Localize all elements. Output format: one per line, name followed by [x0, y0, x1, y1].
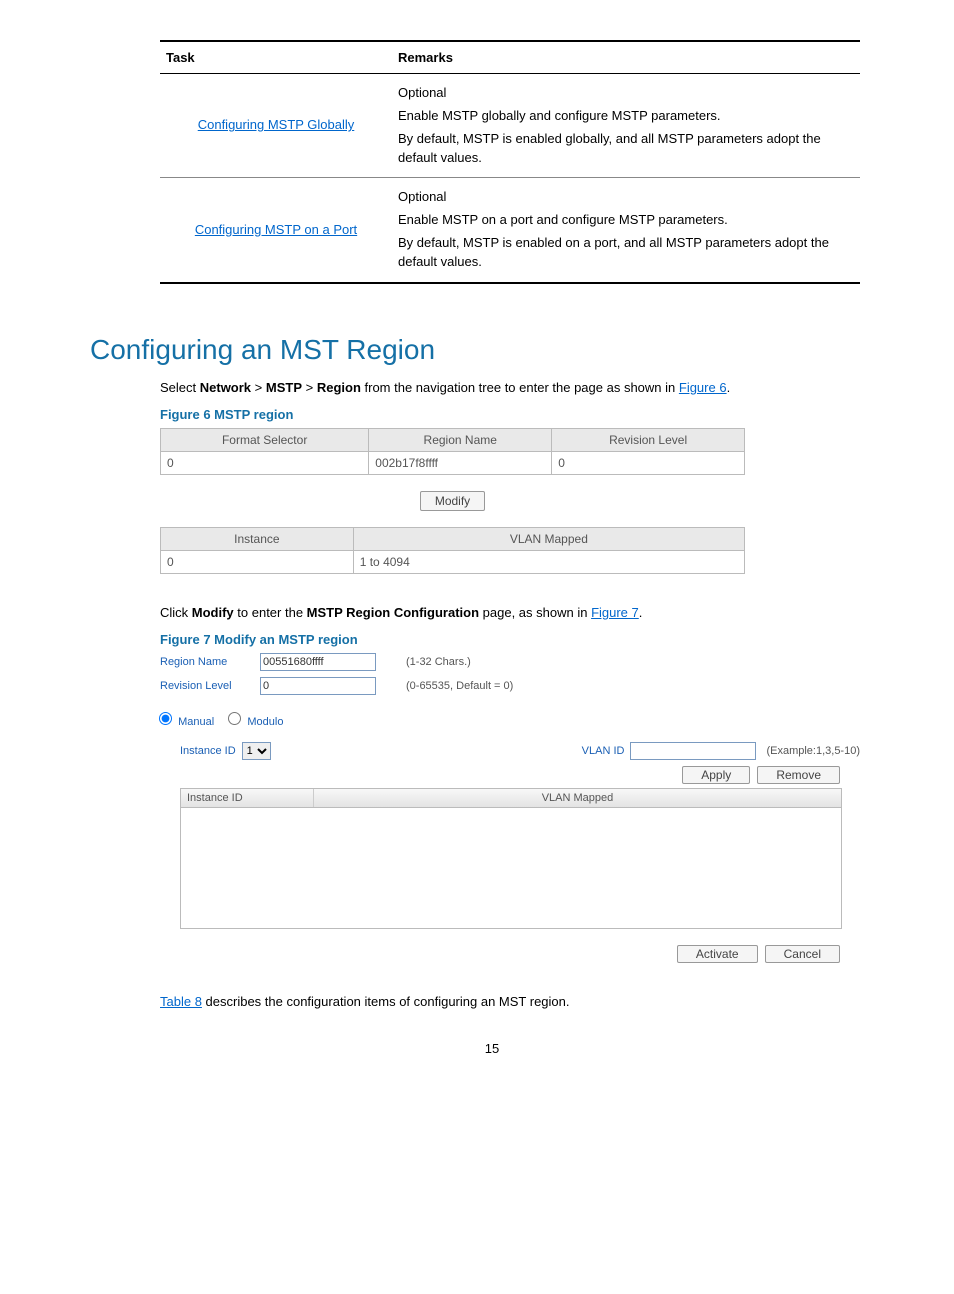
instance-id-select[interactable]: 1 — [242, 742, 271, 760]
figure-6-caption: Figure 6 MSTP region — [160, 407, 894, 422]
figure-6-link[interactable]: Figure 6 — [679, 380, 727, 395]
revision-level-hint: (0-65535, Default = 0) — [406, 680, 513, 692]
table-8-link[interactable]: Table 8 — [160, 994, 202, 1009]
col-format-selector: Format Selector — [161, 428, 369, 451]
modify-button[interactable]: Modify — [420, 491, 485, 511]
tail-paragraph: Table 8 describes the configuration item… — [160, 993, 894, 1011]
manual-radio-label[interactable]: Manual — [154, 716, 214, 728]
col-region-name: Region Name — [369, 428, 552, 451]
configure-mstp-port-link[interactable]: Configuring MSTP on a Port — [195, 222, 357, 237]
configure-mstp-globally-link[interactable]: Configuring MSTP Globally — [198, 117, 355, 132]
figure-7-link[interactable]: Figure 7 — [591, 605, 639, 620]
remove-button[interactable]: Remove — [757, 766, 840, 784]
table-row: Configuring MSTP Globally Optional Enabl… — [160, 74, 860, 178]
figure-6: Format Selector Region Name Revision Lev… — [160, 428, 745, 574]
cell-region-name: 002b17f8ffff — [369, 451, 552, 474]
remark-text: Optional — [398, 84, 854, 103]
vlan-map-table: Instance ID VLAN Mapped — [180, 788, 842, 929]
revision-level-label: Revision Level — [160, 680, 260, 692]
mid-paragraph: Click Modify to enter the MSTP Region Co… — [160, 604, 894, 622]
remark-text: By default, MSTP is enabled globally, an… — [398, 130, 854, 168]
modulo-radio[interactable] — [228, 712, 241, 725]
region-name-label: Region Name — [160, 656, 260, 668]
remark-text: Enable MSTP globally and configure MSTP … — [398, 107, 854, 126]
section-heading: Configuring an MST Region — [90, 334, 894, 366]
intro-paragraph: Select Network > MSTP > Region from the … — [160, 379, 894, 397]
revision-level-input[interactable] — [260, 677, 376, 695]
vlan-id-input[interactable] — [630, 742, 756, 760]
tasks-table: Task Remarks Configuring MSTP Globally O… — [160, 40, 860, 284]
instance-id-label: Instance ID — [180, 745, 236, 757]
map-col-vlan-mapped: VLAN Mapped — [314, 789, 841, 807]
vlan-id-label: VLAN ID — [582, 745, 625, 757]
tasks-header-remarks: Remarks — [392, 41, 860, 74]
vlan-id-hint: (Example:1,3,5-10) — [766, 745, 860, 757]
apply-button[interactable]: Apply — [682, 766, 750, 784]
tasks-header-task: Task — [160, 41, 392, 74]
remark-text: Enable MSTP on a port and configure MSTP… — [398, 211, 854, 230]
col-vlan-mapped: VLAN Mapped — [353, 527, 744, 550]
remark-text: By default, MSTP is enabled on a port, a… — [398, 234, 854, 272]
cell-revision-level: 0 — [552, 451, 745, 474]
cancel-button[interactable]: Cancel — [765, 945, 840, 963]
region-name-hint: (1-32 Chars.) — [406, 656, 471, 668]
modulo-radio-label[interactable]: Modulo — [223, 716, 283, 728]
instance-vlan-table: Instance VLAN Mapped 0 1 to 4094 — [160, 527, 745, 574]
remark-text: Optional — [398, 188, 854, 207]
cell-vlan-mapped: 1 to 4094 — [353, 550, 744, 573]
map-col-instance-id: Instance ID — [181, 789, 314, 807]
cell-instance: 0 — [161, 550, 354, 573]
col-instance: Instance — [161, 527, 354, 550]
manual-radio[interactable] — [159, 712, 172, 725]
region-name-input[interactable] — [260, 653, 376, 671]
figure-7: Region Name (1-32 Chars.) Revision Level… — [160, 653, 860, 963]
activate-button[interactable]: Activate — [677, 945, 758, 963]
table-row: Configuring MSTP on a Port Optional Enab… — [160, 178, 860, 283]
cell-format-selector: 0 — [161, 451, 369, 474]
region-summary-table: Format Selector Region Name Revision Lev… — [160, 428, 745, 475]
col-revision-level: Revision Level — [552, 428, 745, 451]
figure-7-caption: Figure 7 Modify an MSTP region — [160, 632, 894, 647]
page-number: 15 — [90, 1041, 894, 1056]
